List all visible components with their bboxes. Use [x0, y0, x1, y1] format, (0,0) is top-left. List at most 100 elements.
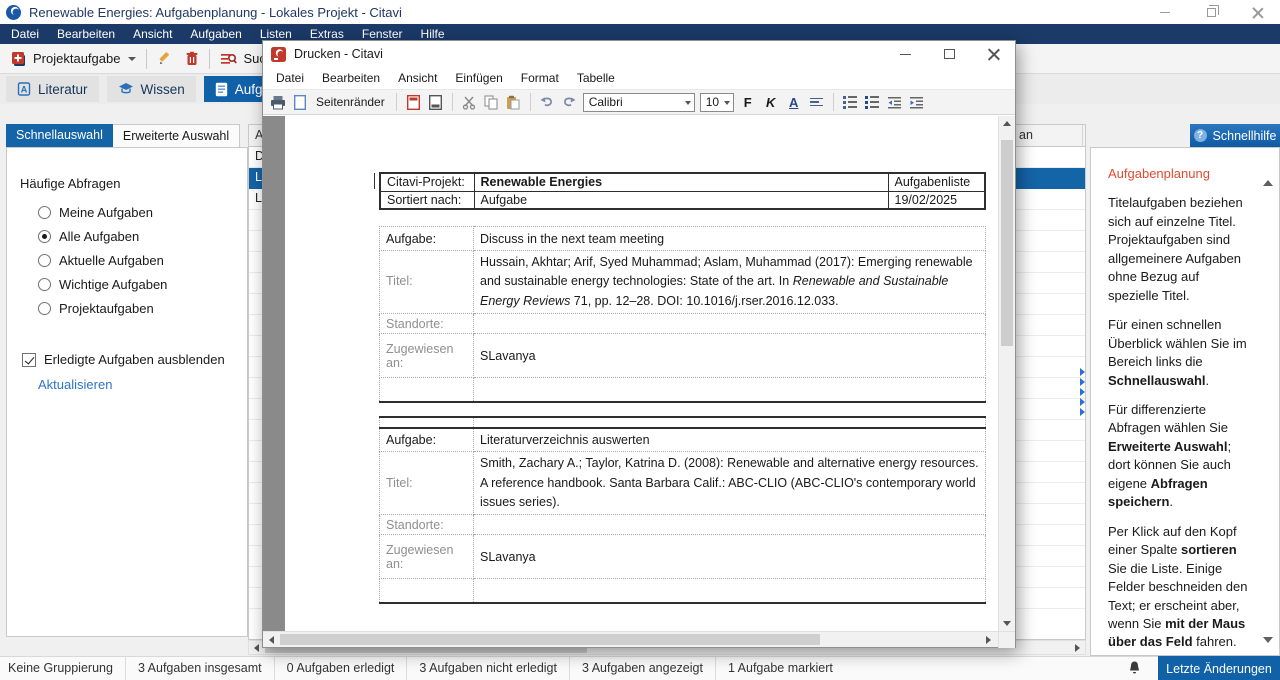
increase-indent-button[interactable]	[908, 94, 925, 111]
bold-button[interactable]: F	[739, 95, 757, 110]
letzte-aenderungen-button[interactable]: Letzte Änderungen	[1158, 656, 1280, 680]
minimize-button[interactable]	[1142, 0, 1188, 24]
refresh-link[interactable]: Aktualisieren	[38, 377, 247, 392]
scroll-left-icon[interactable]	[254, 644, 259, 652]
column-header-zugewiesen-an[interactable]: an	[1019, 128, 1033, 142]
scroll-down-icon[interactable]	[1263, 637, 1273, 643]
font-select[interactable]: Calibri	[583, 93, 695, 112]
dialog-minimize-button[interactable]	[883, 41, 927, 67]
chevron-down-icon	[685, 101, 691, 105]
undo-button[interactable]	[539, 94, 556, 111]
dialog-maximize-button[interactable]	[927, 41, 971, 67]
paste-button[interactable]	[505, 94, 522, 111]
restore-button[interactable]	[1188, 0, 1234, 24]
empty-cell	[474, 378, 986, 402]
status-grouping: Keine Gruppierung	[0, 657, 126, 680]
margins-label[interactable]: Seitenränder	[316, 95, 385, 109]
radio-meine-aufgaben[interactable]: Meine Aufgaben	[38, 205, 247, 220]
dialog-menu-format[interactable]: Format	[512, 71, 568, 85]
redo-button[interactable]	[561, 94, 578, 111]
delete-task-button[interactable]	[179, 48, 205, 69]
tab-erweiterte-auswahl[interactable]: Erweiterte Auswahl	[113, 124, 240, 147]
dialog-close-button[interactable]	[971, 41, 1015, 67]
font-size-select[interactable]: 10	[700, 93, 734, 112]
notification-bell-button[interactable]	[1127, 660, 1142, 676]
underline-button[interactable]: A	[785, 95, 803, 110]
checkbox-erledigte-ausblenden[interactable]: Erledigte Aufgaben ausblenden	[22, 352, 247, 367]
checkbox-icon-checked	[22, 353, 36, 367]
dialog-menu-tabelle[interactable]: Tabelle	[568, 71, 624, 85]
paragraph-format-button[interactable]	[808, 94, 825, 111]
scroll-up-icon[interactable]	[1003, 121, 1011, 126]
footer-icon	[429, 95, 442, 110]
dialog-menu-ansicht[interactable]: Ansicht	[389, 71, 446, 85]
cut-button[interactable]	[461, 94, 478, 111]
decrease-indent-button[interactable]	[886, 94, 903, 111]
task-block-1: Aufgabe: Discuss in the next team meetin…	[379, 226, 986, 403]
document-page[interactable]: Citavi-Projekt: Renewable Energies Aufga…	[285, 116, 998, 631]
radio-aktuelle-aufgaben[interactable]: Aktuelle Aufgaben	[38, 253, 247, 268]
scroll-down-icon[interactable]	[1003, 621, 1011, 626]
question-icon: ?	[1194, 129, 1207, 142]
scroll-left-icon[interactable]	[269, 636, 274, 644]
menu-datei[interactable]: Datei	[2, 24, 48, 44]
undo-icon	[539, 95, 555, 109]
menu-aufgaben[interactable]: Aufgaben	[181, 24, 250, 44]
tab-label: Literatur	[38, 82, 88, 97]
header-button[interactable]	[405, 94, 422, 111]
close-button[interactable]	[1234, 0, 1280, 24]
knowledge-icon	[118, 82, 134, 96]
dialog-toolbar: Seitenränder	[263, 89, 1015, 115]
splitter-collapse-right[interactable]	[1080, 368, 1085, 416]
page-preview-button[interactable]	[291, 94, 308, 111]
radio-wichtige-aufgaben[interactable]: Wichtige Aufgaben	[38, 277, 247, 292]
preview-horizontal-scrollbar[interactable]	[263, 631, 1015, 647]
copy-icon	[484, 95, 498, 110]
menu-bearbeiten[interactable]: Bearbeiten	[48, 24, 124, 44]
tab-wissen[interactable]: Wissen	[107, 76, 196, 102]
numbered-list-button[interactable]	[864, 94, 881, 111]
radio-label: Alle Aufgaben	[59, 229, 139, 244]
preview-vertical-scrollbar[interactable]	[998, 116, 1015, 631]
dialog-menu-bearbeiten[interactable]: Bearbeiten	[313, 71, 389, 85]
empty-cell	[380, 417, 474, 428]
paragraph-icon	[810, 98, 823, 107]
tab-schnellauswahl[interactable]: Schnellauswahl	[6, 124, 113, 147]
scroll-up-icon[interactable]	[1263, 180, 1273, 186]
italic-button[interactable]: K	[762, 95, 780, 110]
assigned-value: SLavanya	[474, 334, 986, 378]
toolbar-separator	[530, 93, 531, 111]
tab-literatur[interactable]: A Literatur	[6, 76, 99, 102]
meta-row: Citavi-Projekt: Renewable Energies Aufga…	[380, 173, 985, 191]
task-row-spacer	[380, 417, 986, 428]
new-project-task-button[interactable]: Projektaufgabe	[5, 48, 142, 70]
scroll-right-icon[interactable]	[1075, 644, 1080, 652]
scrollbar-thumb[interactable]	[1001, 140, 1013, 346]
copy-button[interactable]	[483, 94, 500, 111]
meta-date: 19/02/2025	[888, 191, 985, 209]
footer-button[interactable]	[427, 94, 444, 111]
dialog-menu-einfuegen[interactable]: Einfügen	[446, 71, 511, 85]
status-done: 0 Aufgaben erledigt	[275, 657, 408, 680]
dialog-menu-datei[interactable]: Datei	[267, 71, 313, 85]
scroll-right-icon[interactable]	[986, 636, 991, 644]
status-marked: 1 Aufgabe markiert	[716, 657, 845, 680]
citavi-logo-icon	[6, 5, 21, 20]
radio-alle-aufgaben[interactable]: Alle Aufgaben	[38, 229, 247, 244]
locations-value	[474, 515, 986, 535]
field-label: Zugewiesen an:	[380, 535, 474, 579]
radio-projektaufgaben[interactable]: Projektaufgaben	[38, 301, 247, 316]
new-task-label: Projektaufgabe	[33, 51, 120, 66]
edit-task-button[interactable]	[151, 48, 179, 70]
resize-grip[interactable]	[998, 632, 1015, 648]
print-button[interactable]	[269, 94, 286, 111]
schnellhilfe-button[interactable]: ? Schnellhilfe	[1190, 124, 1280, 147]
menu-ansicht[interactable]: Ansicht	[124, 24, 181, 44]
bullet-list-button[interactable]	[842, 94, 859, 111]
sidebar-tabs: Schnellauswahl Erweiterte Auswahl	[6, 124, 248, 147]
task-row-zugewiesen: Zugewiesen an: SLavanya	[380, 334, 986, 378]
empty-cell	[380, 579, 474, 603]
radio-icon	[38, 302, 51, 315]
scrollbar-thumb[interactable]	[280, 634, 820, 645]
radio-icon-checked	[38, 230, 51, 243]
